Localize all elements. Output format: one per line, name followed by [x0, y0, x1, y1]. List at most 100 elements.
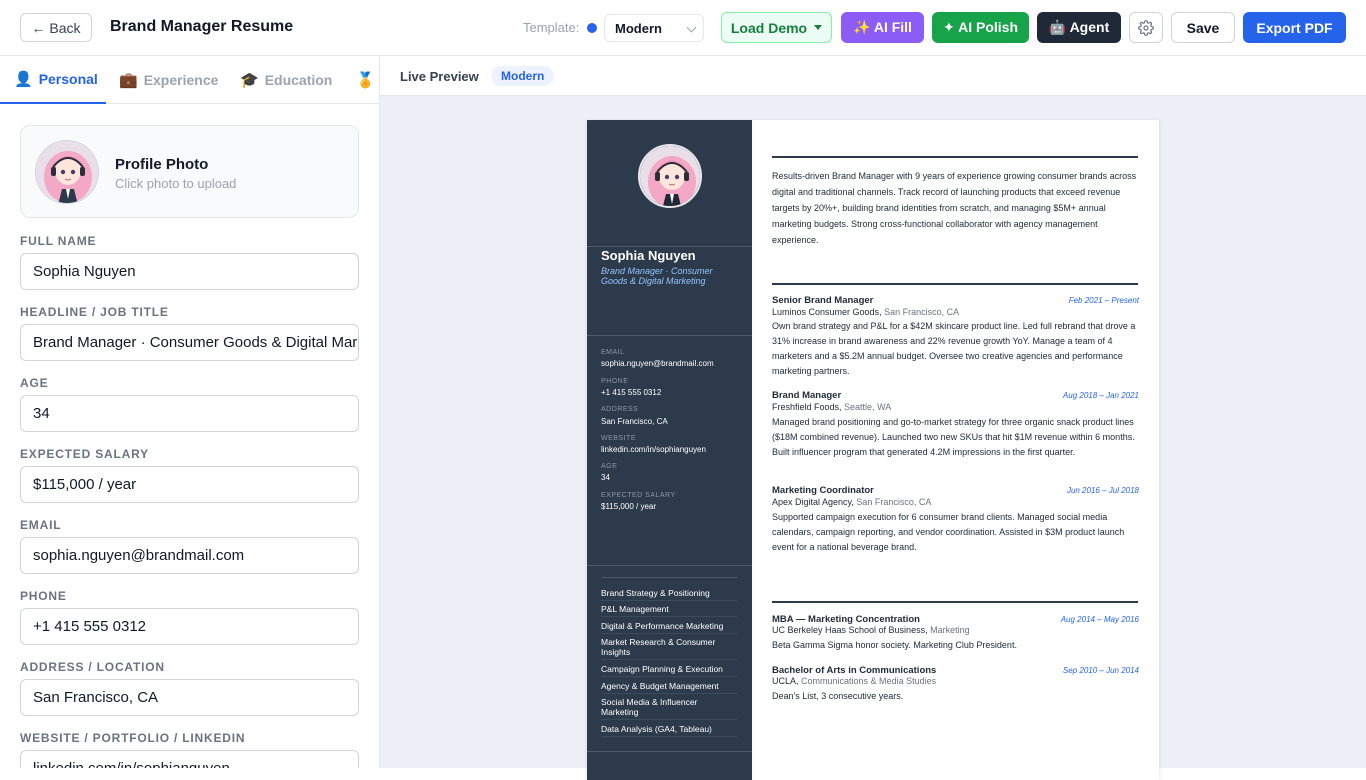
profile-photo-hint: Click photo to upload — [115, 176, 237, 191]
headline-label: HEADLINE / JOB TITLE — [20, 305, 169, 319]
resume-name: Sophia Nguyen — [601, 248, 696, 263]
contact-website-key: WEBSITE — [601, 435, 637, 442]
contact-address-value: San Francisco, CA — [601, 417, 668, 426]
job-location: Seattle, WA — [844, 402, 892, 412]
resume-avatar-illustration — [640, 146, 700, 206]
email-input[interactable]: sophia.nguyen@brandmail.com — [20, 537, 359, 574]
section-tabs: 👤 Personal 💼 Experience 🎓 Education 🏅 — [0, 56, 379, 104]
job-description: Managed brand positioning and go-to-mark… — [772, 417, 1135, 457]
summary-heading-rule — [772, 156, 1138, 158]
education-degree: MBA — Marketing Concentration — [772, 614, 920, 625]
preview-panel: Live Preview Modern Sophia Nguyen Brand … — [380, 56, 1366, 780]
top-bar: ← Back Brand Manager Resume Template: Mo… — [0, 0, 1366, 56]
caret-down-icon — [814, 25, 823, 30]
job-title: Marketing Coordinator — [772, 485, 874, 496]
contact-email-key: EMAIL — [601, 349, 625, 356]
phone-label: PHONE — [20, 589, 67, 603]
load-demo-button[interactable]: Load Demo — [721, 12, 832, 43]
age-label: AGE — [20, 376, 49, 390]
education-dates: Aug 2014 – May 2016 — [1060, 615, 1139, 624]
expected-salary-label: EXPECTED SALARY — [20, 447, 149, 461]
tab-education[interactable]: 🎓 Education — [240, 56, 332, 104]
skills-heading-rule — [601, 577, 737, 578]
sidebar-divider — [587, 565, 752, 566]
agent-button[interactable]: 🤖 Agent — [1037, 12, 1121, 43]
expected-salary-input[interactable]: $115,000 / year — [20, 466, 359, 503]
sidebar-divider — [587, 246, 752, 247]
education-description: Dean's List, 3 consecutive years. — [772, 691, 904, 701]
full-name-input[interactable]: Sophia Nguyen — [20, 253, 359, 290]
website-input[interactable]: linkedin.com/in/sophianguyen — [20, 750, 359, 768]
save-button[interactable]: Save — [1171, 12, 1235, 43]
ai-polish-label: ✦ AI Polish — [943, 19, 1018, 35]
resume-summary: Results-driven Brand Manager with 9 year… — [772, 171, 1137, 245]
job-dates: Feb 2021 – Present — [1068, 296, 1139, 305]
tab-education-label: Education — [264, 72, 333, 88]
skill-item: Brand Strategy & Positioning — [601, 588, 737, 601]
job-dates: Aug 2018 – Jan 2021 — [1062, 391, 1139, 400]
export-pdf-button[interactable]: Export PDF — [1243, 12, 1346, 43]
job-company-name: Apex Digital Agency — [772, 497, 852, 507]
age-input[interactable]: 34 — [20, 395, 359, 432]
skill-item: Campaign Planning & Execution — [601, 664, 737, 677]
skill-item: Agency & Budget Management — [601, 681, 737, 694]
template-color-dot — [587, 23, 597, 33]
job-title: Senior Brand Manager — [772, 295, 874, 306]
graduation-cap-icon: 🎓 — [240, 72, 259, 89]
load-demo-label: Load Demo — [730, 19, 808, 36]
chevron-down-icon — [686, 22, 697, 33]
job-company: Freshfield Foods, Seattle, WA — [772, 402, 892, 412]
contact-address-key: ADDRESS — [601, 406, 639, 413]
agent-label: 🤖 Agent — [1048, 19, 1110, 35]
skill-item: Market Research & Consumer Insights — [601, 637, 737, 660]
resume-page: Sophia Nguyen Brand Manager · Consumer G… — [587, 120, 1159, 780]
resume-main: Results-driven Brand Manager with 9 year… — [752, 120, 1159, 780]
education-dates: Sep 2010 – Jun 2014 — [1062, 666, 1139, 675]
job-description: Own brand strategy and P&L for a $42M sk… — [772, 321, 1136, 376]
full-name-label: FULL NAME — [20, 234, 97, 248]
export-pdf-label: Export PDF — [1256, 19, 1333, 36]
education-field: Communications & Media Studies — [801, 676, 937, 686]
briefcase-icon: 💼 — [119, 72, 138, 89]
contact-age-key: AGE — [601, 463, 618, 470]
gear-icon — [1138, 19, 1154, 36]
contact-age-value: 34 — [601, 473, 610, 482]
education-heading-rule — [772, 601, 1138, 603]
education-degree: Bachelor of Arts in Communications — [772, 665, 937, 676]
headline-input[interactable]: Brand Manager · Consumer Goods & Digital… — [20, 324, 359, 361]
job-location: San Francisco, CA — [856, 497, 932, 507]
tab-experience[interactable]: 💼 Experience — [119, 56, 218, 104]
ai-fill-label: ✨ AI Fill — [853, 19, 912, 35]
job-company-name: Luminos Consumer Goods — [772, 307, 880, 317]
profile-photo-card[interactable]: Profile Photo Click photo to upload — [20, 125, 359, 218]
tab-skills[interactable]: 🏅 — [356, 56, 375, 104]
job-company: Luminos Consumer Goods, San Francisco, C… — [772, 307, 960, 317]
template-select[interactable]: Modern — [604, 14, 704, 42]
profile-photo-title: Profile Photo — [115, 156, 209, 173]
address-input[interactable]: San Francisco, CA — [20, 679, 359, 716]
education-school-name: UCLA — [772, 676, 797, 686]
job-company: Apex Digital Agency, San Francisco, CA — [772, 497, 932, 507]
back-button[interactable]: ← Back — [20, 13, 92, 42]
sidebar-divider — [587, 335, 752, 336]
contact-phone-value: +1 415 555 0312 — [601, 388, 662, 397]
ai-fill-button[interactable]: ✨ AI Fill — [841, 12, 924, 43]
contact-salary-value: $115,000 / year — [601, 502, 657, 511]
back-label: ← Back — [31, 19, 81, 36]
job-location: San Francisco, CA — [884, 307, 960, 317]
avatar[interactable] — [35, 140, 99, 204]
job-title: Brand Manager — [772, 390, 842, 401]
education-description: Beta Gamma Sigma honor society. Marketin… — [772, 640, 1017, 650]
template-select-value: Modern — [615, 20, 662, 36]
education-field: Marketing — [930, 625, 970, 635]
phone-input[interactable]: +1 415 555 0312 — [20, 608, 359, 645]
skill-item: Data Analysis (GA4, Tableau) — [601, 724, 737, 737]
tab-personal[interactable]: 👤 Personal — [0, 56, 106, 104]
sidebar-divider — [587, 751, 752, 752]
contact-website-value: linkedin.com/in/sophianguyen — [601, 445, 706, 454]
contact-salary-key: EXPECTED SALARY — [601, 492, 676, 499]
settings-button[interactable] — [1129, 12, 1163, 43]
template-label: Template: — [523, 20, 580, 35]
template-badge: Modern — [491, 66, 555, 86]
ai-polish-button[interactable]: ✦ AI Polish — [932, 12, 1029, 43]
